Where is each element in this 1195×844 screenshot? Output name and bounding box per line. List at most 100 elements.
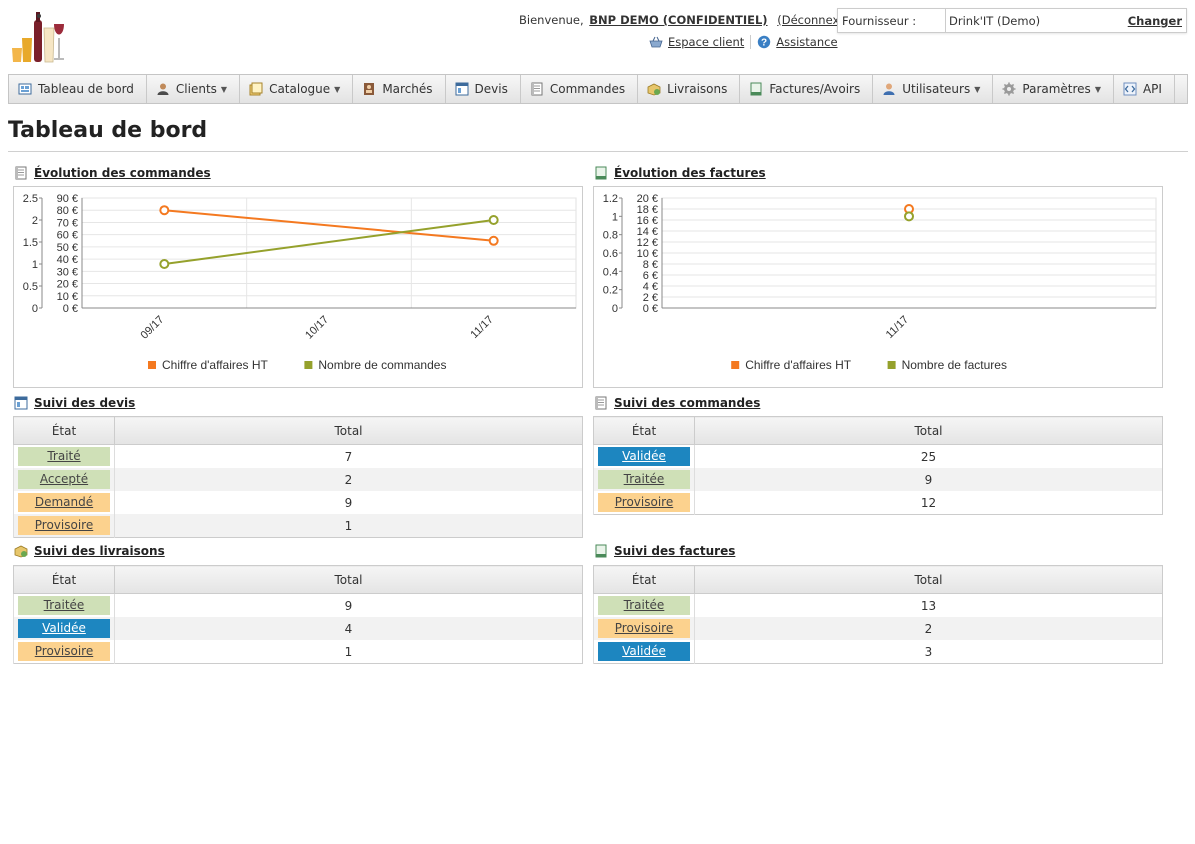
total-cell: 4: [114, 617, 583, 640]
total-cell: 13: [694, 593, 1163, 617]
menu-item-catalogue[interactable]: Catalogue ▼: [240, 75, 354, 103]
status-badge-link[interactable]: Provisoire: [18, 516, 110, 535]
table-row: Validée 4: [13, 617, 583, 640]
invoices-heading[interactable]: Suivi des factures: [594, 544, 735, 558]
status-badge-link[interactable]: Accepté: [18, 470, 110, 489]
total-cell: 9: [694, 468, 1163, 491]
change-supplier-link[interactable]: Changer: [1124, 9, 1186, 32]
y-currency-tick-label: 0 €: [63, 303, 78, 315]
quotes-heading[interactable]: Suivi des devis: [14, 396, 135, 410]
state-cell: Provisoire: [593, 491, 695, 515]
quotes-table: État Total Traité 7 Accepté 2 Demandé 9 Provis…: [13, 416, 583, 538]
status-badge-link[interactable]: Provisoire: [598, 493, 690, 512]
table-row: Traité 7: [13, 444, 583, 468]
users-icon: [882, 82, 896, 96]
status-badge-link[interactable]: Provisoire: [18, 642, 110, 661]
quotes-title: Suivi des devis: [34, 396, 136, 410]
state-cell: Traitée: [593, 468, 695, 491]
status-badge-link[interactable]: Traité: [18, 447, 110, 466]
y-currency-tick-label: 10 €: [57, 291, 78, 303]
y-currency-tick-label: 12 €: [637, 237, 658, 249]
menu-item-devis[interactable]: Devis: [446, 75, 521, 103]
market-icon: [362, 82, 376, 96]
total-column-header: Total: [694, 565, 1163, 594]
menu-item-utilisateurs[interactable]: Utilisateurs ▼: [873, 75, 994, 103]
invoices-chart-title: Évolution des factures: [614, 166, 766, 180]
menu-item-label: Commandes: [549, 82, 626, 96]
orders-title: Suivi des commandes: [614, 396, 761, 410]
y-currency-tick-label: 6 €: [643, 270, 658, 282]
menu-item-factures-avoirs[interactable]: Factures/Avoirs: [740, 75, 874, 103]
orders-heading[interactable]: Suivi des commandes: [594, 396, 760, 410]
table-row: Demandé 9: [13, 491, 583, 514]
menu-item-label: Marchés: [382, 82, 433, 96]
x-tick-label: 10/17: [303, 314, 331, 342]
menu-item-march-s[interactable]: Marchés: [353, 75, 446, 103]
state-column-header: État: [593, 565, 695, 594]
status-badge-link[interactable]: Traitée: [598, 596, 690, 615]
caret-down-icon: ▼: [334, 84, 341, 94]
assistance-link[interactable]: ? Assistance: [757, 35, 838, 49]
menu-item-label: API: [1142, 82, 1162, 96]
dashboard-icon: [18, 82, 32, 96]
status-badge-link[interactable]: Validée: [598, 447, 690, 466]
legend-label: Nombre de factures: [902, 358, 1007, 372]
client-space-link[interactable]: Espace client: [649, 35, 744, 49]
main-menu: Tableau de bord Clients ▼ Catalogue ▼ Marchés…: [8, 74, 1188, 104]
menu-item-tableau-de-bord[interactable]: Tableau de bord: [9, 75, 147, 103]
y-left-tick-label: 1.5: [23, 237, 38, 249]
header-links: Espace client ? Assistance: [649, 35, 838, 49]
delivery-box-icon: [14, 544, 28, 558]
state-column-header: État: [13, 416, 115, 445]
invoices-chart-heading[interactable]: Évolution des factures: [594, 166, 766, 180]
y-left-tick-label: 0.5: [23, 281, 38, 293]
legend-swatch: [304, 361, 313, 369]
table-row: Provisoire 2: [593, 617, 1163, 640]
status-badge-link[interactable]: Validée: [18, 619, 110, 638]
state-cell: Accepté: [13, 468, 115, 491]
table-row: Provisoire 12: [593, 491, 1163, 515]
total-cell: 2: [114, 468, 583, 491]
status-badge-link[interactable]: Traitée: [598, 470, 690, 489]
status-badge-link[interactable]: Validée: [598, 642, 690, 661]
legend-label: Nombre de commandes: [318, 358, 446, 372]
y-left-tick-label: 0.6: [603, 248, 618, 260]
menu-item-label: Clients: [175, 82, 217, 96]
x-tick-label: 11/17: [468, 314, 495, 341]
state-column-header: État: [13, 565, 115, 594]
state-cell: Provisoire: [13, 514, 115, 538]
y-left-tick-label: 1: [612, 211, 618, 223]
y-currency-tick-label: 40 €: [57, 254, 78, 266]
total-cell: 3: [694, 640, 1163, 664]
orders-chart-heading[interactable]: Évolution des commandes: [14, 166, 211, 180]
y-left-tick-label: 2: [32, 215, 38, 227]
table-row: Traitée 9: [13, 593, 583, 617]
menu-item-label: Factures/Avoirs: [769, 82, 861, 96]
y-left-tick-label: 0: [612, 303, 618, 315]
status-badge-link[interactable]: Provisoire: [598, 619, 690, 638]
y-currency-tick-label: 18 €: [637, 204, 658, 216]
y-currency-tick-label: 20 €: [57, 279, 78, 291]
state-cell: Demandé: [13, 491, 115, 514]
table-row: Traitée 13: [593, 593, 1163, 617]
menu-item-clients[interactable]: Clients ▼: [147, 75, 241, 103]
status-badge-link[interactable]: Demandé: [18, 493, 110, 512]
menu-item-api[interactable]: API: [1114, 75, 1175, 103]
user-name-link[interactable]: BNP DEMO (CONFIDENTIEL): [589, 13, 767, 27]
total-cell: 1: [114, 640, 583, 664]
legend-swatch: [148, 361, 156, 369]
y-currency-tick-label: 4 €: [643, 281, 658, 293]
menu-item-livraisons[interactable]: Livraisons: [638, 75, 741, 103]
y-currency-tick-label: 20 €: [637, 193, 658, 205]
y-left-tick-label: 1.2: [603, 193, 618, 205]
status-badge-link[interactable]: Traitée: [18, 596, 110, 615]
y-left-tick-label: 0: [32, 303, 38, 315]
deliveries-heading[interactable]: Suivi des livraisons: [14, 544, 165, 558]
menu-item-commandes[interactable]: Commandes: [521, 75, 639, 103]
menu-item-param-tres[interactable]: Paramètres ▼: [993, 75, 1114, 103]
header-links-divider: [750, 35, 752, 49]
gear-icon: [1002, 82, 1016, 96]
data-point: [159, 259, 170, 269]
y-currency-tick-label: 10 €: [637, 248, 658, 260]
total-column-header: Total: [694, 416, 1163, 445]
